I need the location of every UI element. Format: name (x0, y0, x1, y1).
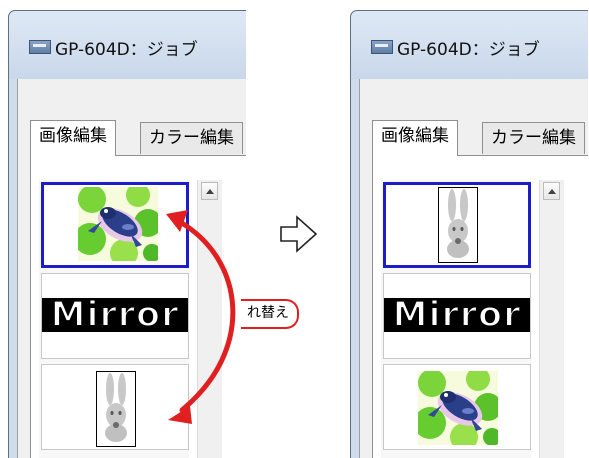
hollow-right-arrow-icon (280, 215, 318, 253)
frog-image (78, 187, 158, 261)
window-title: GP-604D：ジョブ (397, 40, 540, 60)
image-list: Mirror (381, 180, 531, 458)
mirror-text: Mirror (392, 294, 522, 336)
app-icon (371, 40, 393, 54)
tab-image-edit[interactable]: 画像編集 (30, 120, 116, 156)
list-item-mirror[interactable]: Mirror (383, 273, 531, 359)
scroll-up-icon[interactable] (543, 182, 560, 200)
scroll-up-icon[interactable] (201, 182, 218, 200)
tab-color-edit[interactable]: カラー編集 (140, 122, 243, 154)
tab-color-edit[interactable]: カラー編集 (482, 122, 585, 154)
title-bar: GP-604D：ジョブ (9, 11, 246, 79)
tab-image-edit[interactable]: 画像編集 (372, 120, 458, 156)
list-item-rabbit[interactable] (383, 182, 531, 268)
title-bar: GP-604D：ジョブ (351, 11, 588, 79)
list-scrollbar[interactable] (539, 180, 564, 458)
window-title: GP-604D：ジョブ (55, 40, 198, 60)
app-icon (29, 40, 51, 54)
frog-image (418, 371, 498, 445)
rabbit-image (96, 371, 136, 447)
list-item-frog[interactable] (383, 364, 531, 450)
rabbit-image (438, 187, 478, 263)
double-headed-curved-arrow-icon (166, 210, 236, 424)
